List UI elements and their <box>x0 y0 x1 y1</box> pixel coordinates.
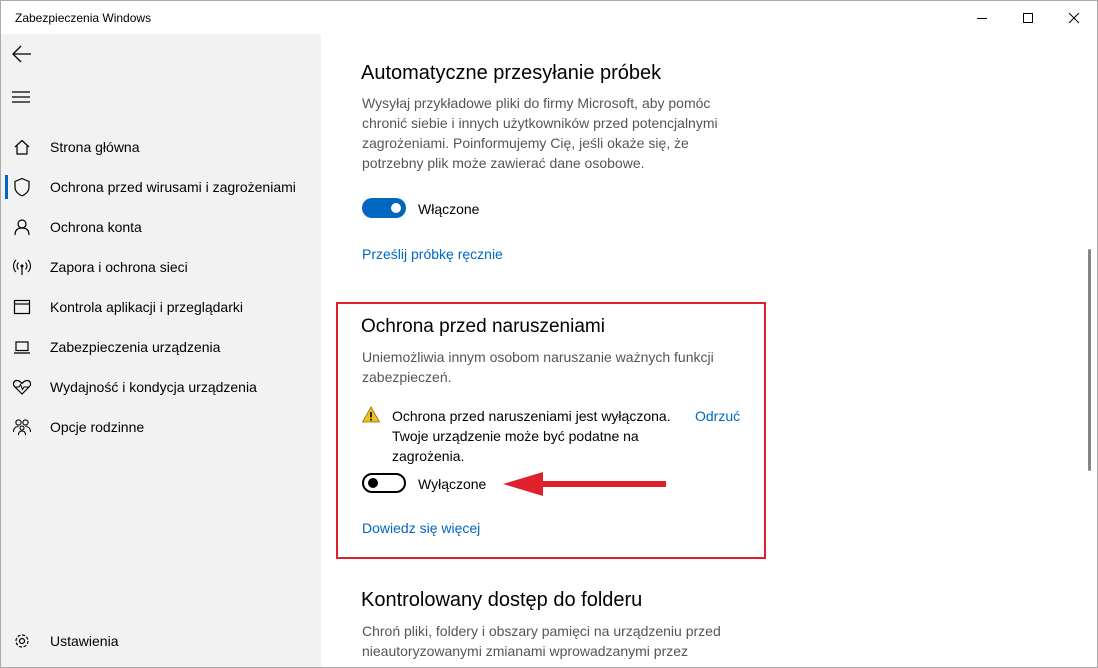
warning-line: zagrożenia. <box>392 448 465 464</box>
sidebar-item-settings[interactable]: Ustawienia <box>1 621 321 661</box>
toggle-label: Wyłączone <box>418 476 487 492</box>
heart-pulse-icon <box>12 377 32 397</box>
dismiss-link[interactable]: Odrzuć <box>695 408 740 424</box>
sidebar-item-device-health[interactable]: Wydajność i kondycja urządzenia <box>1 367 321 407</box>
close-button[interactable] <box>1051 1 1097 34</box>
sidebar-item-firewall[interactable]: Zapora i ochrona sieci <box>1 247 321 287</box>
back-button[interactable] <box>11 43 33 65</box>
wireless-icon <box>12 257 32 277</box>
shield-icon <box>12 177 32 197</box>
desc-line: zagrożeniami. Poinformujemy Cię, jeśli o… <box>362 135 689 151</box>
sidebar: Strona główna Ochrona przed wirusami i z… <box>1 34 321 667</box>
maximize-icon <box>1023 12 1033 23</box>
learn-more-link[interactable]: Dowiedz się więcej <box>362 520 480 536</box>
maximize-button[interactable] <box>1005 1 1051 34</box>
family-icon <box>12 417 32 437</box>
sidebar-item-label: Strona główna <box>50 139 140 155</box>
sidebar-item-label: Ochrona przed wirusami i zagrożeniami <box>50 179 296 195</box>
section-title-sample-submission: Automatyczne przesyłanie próbek <box>361 62 662 84</box>
desc-line: zabezpieczeń. <box>362 369 452 385</box>
section-description: Wysyłaj przykładowe pliki do firmy Micro… <box>362 93 762 173</box>
person-icon <box>12 217 32 237</box>
laptop-icon <box>12 337 32 357</box>
warning-line: Twoje urządzenie może być podatne na <box>392 428 639 444</box>
sidebar-item-app-browser[interactable]: Kontrola aplikacji i przeglądarki <box>1 287 321 327</box>
desc-line: nieautoryzowanymi zmianami wprowadzanymi… <box>362 643 689 659</box>
section-title-folder-access: Kontrolowany dostęp do folderu <box>361 589 643 611</box>
sidebar-item-family[interactable]: Opcje rodzinne <box>1 407 321 447</box>
title-bar: Zabezpieczenia Windows <box>1 1 1097 34</box>
sidebar-item-label: Zabezpieczenia urządzenia <box>50 339 221 355</box>
sidebar-item-home[interactable]: Strona główna <box>1 127 321 167</box>
toggle-knob <box>368 478 378 488</box>
warning-message: Ochrona przed naruszeniami jest wyłączon… <box>392 406 692 466</box>
minimize-button[interactable] <box>959 1 1005 34</box>
app-window: Zabezpieczenia Windows Strona główna Och… <box>0 0 1098 668</box>
sidebar-item-label: Zapora i ochrona sieci <box>50 259 188 275</box>
hamburger-icon <box>12 91 30 103</box>
section-title-tamper-protection: Ochrona przed naruszeniami <box>361 316 605 337</box>
minimize-icon <box>977 17 987 19</box>
window-title: Zabezpieczenia Windows <box>15 11 152 25</box>
sidebar-item-label: Wydajność i kondycja urządzenia <box>50 379 257 395</box>
sidebar-item-label: Opcje rodzinne <box>50 419 145 435</box>
scrollbar[interactable] <box>1088 249 1091 471</box>
close-icon <box>1068 12 1080 23</box>
warning-line: Ochrona przed naruszeniami jest wyłączon… <box>392 408 671 424</box>
app-browser-icon <box>12 297 32 317</box>
sidebar-item-label: Ochrona konta <box>50 219 142 235</box>
section-description: Chroń pliki, foldery i obszary pamięci n… <box>362 621 782 661</box>
submit-sample-link[interactable]: Prześlij próbkę ręcznie <box>362 246 503 262</box>
sidebar-item-account[interactable]: Ochrona konta <box>1 207 321 247</box>
sample-submission-toggle[interactable] <box>362 198 406 218</box>
back-arrow-icon <box>12 45 31 63</box>
tamper-protection-toggle[interactable] <box>362 473 406 493</box>
desc-line: chronić siebie i innych użytkowników prz… <box>362 115 718 131</box>
toggle-label: Włączone <box>418 201 480 217</box>
sidebar-item-device-security[interactable]: Zabezpieczenia urządzenia <box>1 327 321 367</box>
selection-indicator <box>5 175 8 199</box>
sidebar-item-virus-protection[interactable]: Ochrona przed wirusami i zagrożeniami <box>1 167 321 207</box>
home-icon <box>12 137 32 157</box>
desc-line: potrzebny plik może zawierać dane osobow… <box>362 155 645 171</box>
desc-line: Uniemożliwia innym osobom naruszanie waż… <box>362 349 714 365</box>
desc-line: Chroń pliki, foldery i obszary pamięci n… <box>362 623 721 639</box>
gear-icon <box>12 631 32 651</box>
red-arrow <box>503 472 666 496</box>
desc-line: Wysyłaj przykładowe pliki do firmy Micro… <box>362 95 711 111</box>
warning-icon <box>361 406 381 428</box>
menu-button[interactable] <box>12 90 32 104</box>
sidebar-item-label: Kontrola aplikacji i przeglądarki <box>50 299 243 315</box>
toggle-knob <box>391 203 401 213</box>
section-description: Uniemożliwia innym osobom naruszanie waż… <box>362 347 752 387</box>
sidebar-item-label: Ustawienia <box>50 633 119 649</box>
